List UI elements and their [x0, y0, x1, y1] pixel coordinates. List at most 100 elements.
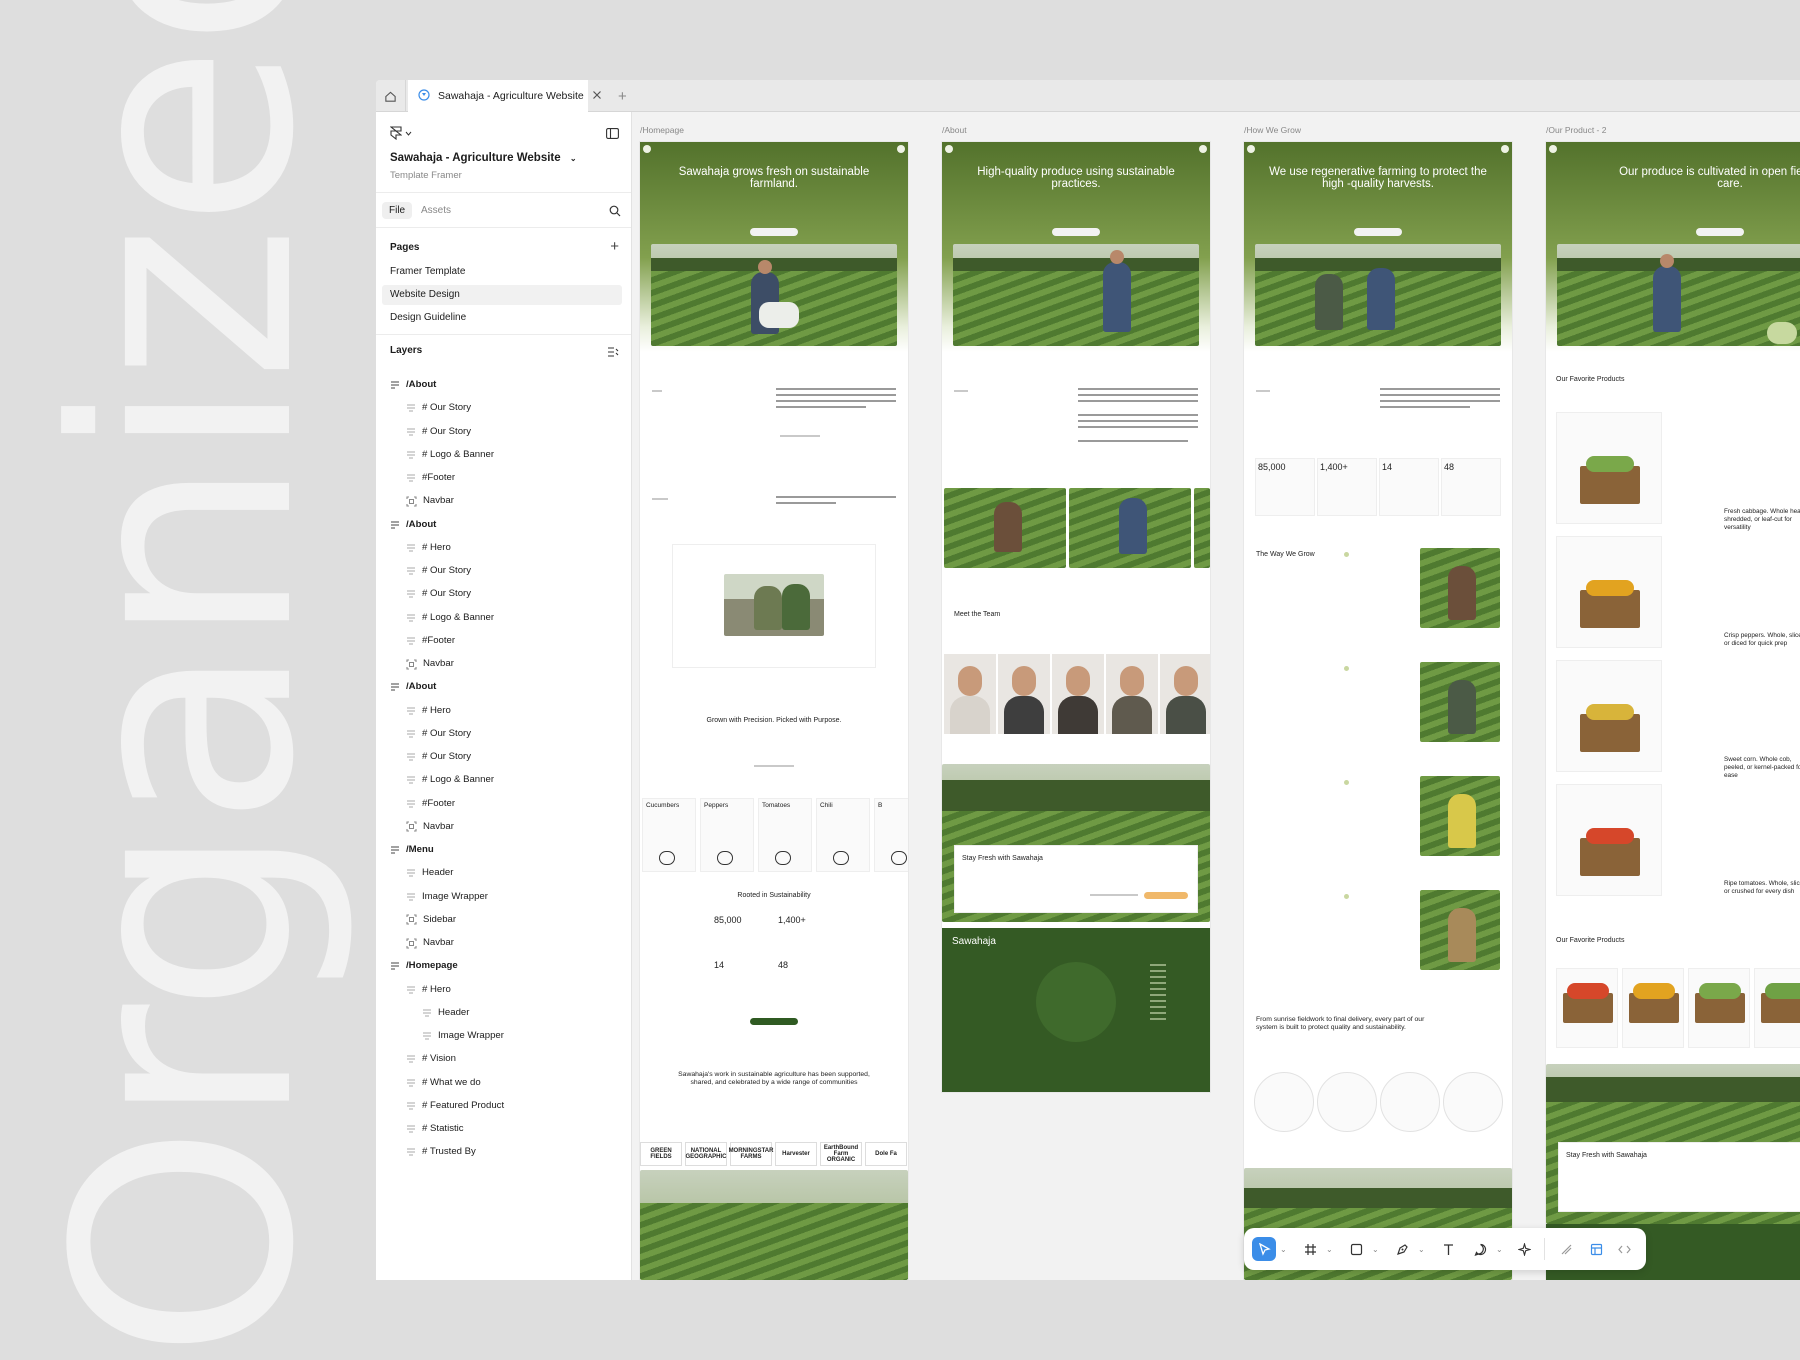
frame-label-about[interactable]: /About	[942, 125, 967, 135]
layer-item[interactable]: # Our Story	[406, 724, 471, 744]
process-icon	[1380, 1072, 1440, 1132]
stat-value: 48	[1444, 462, 1455, 472]
chevron-down-icon[interactable]: ⌄	[1326, 1245, 1333, 1254]
tab-bar: Sawahaja - Agriculture Website +	[376, 80, 1800, 112]
tab-file[interactable]: File	[382, 202, 413, 219]
text-line	[1380, 394, 1500, 396]
layer-item[interactable]: /Menu	[390, 840, 434, 860]
select-tool-icon[interactable]	[1252, 1237, 1276, 1261]
section-icon	[406, 752, 416, 762]
layer-item[interactable]: # Hero	[406, 980, 451, 1000]
layer-item[interactable]: #Footer	[406, 468, 455, 488]
layer-item[interactable]: Header	[406, 863, 453, 883]
project-title[interactable]: Sawahaja - Agriculture Website ⌄	[390, 152, 577, 164]
layer-item[interactable]: /About	[390, 375, 436, 395]
layer-item[interactable]: # Vision	[406, 1049, 456, 1069]
frame-our-product[interactable]: Our produce is cultivated in open fields…	[1546, 142, 1800, 1280]
frame-how-we-grow[interactable]: We use regenerative farming to protect t…	[1244, 142, 1512, 1280]
layer-label: #Footer	[422, 634, 456, 646]
tab-assets[interactable]: Assets	[414, 202, 458, 219]
document-tab[interactable]: Sawahaja - Agriculture Website	[408, 80, 601, 112]
frame-label-how-we-grow[interactable]: /How We Grow	[1244, 125, 1301, 135]
section-icon	[406, 613, 416, 623]
floating-toolbar: ⌄ ⌄ ⌄ ⌄ ⌄	[1244, 1228, 1646, 1270]
frame-label-our-product[interactable]: /Our Product - 2	[1546, 125, 1606, 135]
pen-tool-icon[interactable]	[1390, 1237, 1414, 1261]
step-marker	[1344, 666, 1349, 671]
layer-item[interactable]: # Statistic	[406, 1119, 464, 1139]
layer-item[interactable]: #Footer	[406, 794, 455, 814]
layer-item[interactable]: # What we do	[406, 1073, 481, 1093]
layer-item[interactable]: # Our Story	[406, 584, 471, 604]
layer-item[interactable]: # Logo & Banner	[406, 608, 494, 628]
layer-item[interactable]: # Hero	[406, 538, 451, 558]
ai-tool-icon[interactable]	[1512, 1237, 1536, 1261]
layer-item[interactable]: Navbar	[406, 933, 454, 953]
chevron-down-icon[interactable]: ⌄	[1372, 1245, 1379, 1254]
chevron-down-icon[interactable]: ⌄	[1418, 1245, 1425, 1254]
sun-logo-icon	[1036, 962, 1116, 1042]
chevron-down-icon[interactable]: ⌄	[1280, 1245, 1287, 1254]
search-icon[interactable]	[609, 204, 621, 222]
vegetable-icon	[891, 851, 907, 865]
layer-item[interactable]: # Trusted By	[406, 1142, 476, 1162]
layer-item[interactable]: Navbar	[406, 654, 454, 674]
layer-item[interactable]: # Our Story	[406, 561, 471, 581]
page-icon	[390, 380, 400, 390]
layer-item[interactable]: # Logo & Banner	[406, 770, 494, 790]
stat-value: 85,000	[714, 915, 742, 925]
layer-item[interactable]: # Logo & Banner	[406, 445, 494, 465]
frame-tool-icon[interactable]	[1298, 1237, 1322, 1261]
layer-item[interactable]: # Our Story	[406, 398, 471, 418]
layer-item[interactable]: # Our Story	[406, 747, 471, 767]
layer-item[interactable]: # Featured Product	[406, 1096, 504, 1116]
project-title-text: Sawahaja - Agriculture Website	[390, 152, 561, 164]
layout-tool-icon[interactable]	[1584, 1237, 1608, 1261]
favorites-heading-2: Our Favorite Products	[1556, 937, 1625, 944]
layer-item[interactable]: /About	[390, 515, 436, 535]
hero-headline: Our produce is cultivated in open fields…	[1619, 166, 1800, 190]
framer-logo-icon[interactable]	[390, 126, 412, 140]
panel-toggle-icon[interactable]	[606, 126, 619, 144]
nav-menu-icon	[1199, 145, 1207, 153]
layers-options-icon[interactable]	[607, 344, 619, 362]
frame-label-homepage[interactable]: /Homepage	[640, 125, 684, 135]
page-item-design-guideline[interactable]: Design Guideline	[382, 308, 622, 328]
add-page-icon[interactable]: +	[610, 238, 619, 255]
layer-item[interactable]: Image Wrapper	[406, 887, 488, 907]
code-tool-icon[interactable]	[1612, 1237, 1636, 1261]
layer-label: Header	[438, 1006, 470, 1018]
layer-item[interactable]: # Our Story	[406, 422, 471, 442]
frame-about[interactable]: High-quality produce using sustainable p…	[942, 142, 1210, 1092]
text-line	[1078, 388, 1198, 390]
layer-item[interactable]: Navbar	[406, 491, 454, 511]
section-icon	[406, 427, 416, 437]
draw-tool-icon[interactable]	[1554, 1237, 1578, 1261]
layer-item[interactable]: Header	[422, 1003, 469, 1023]
page-item-website-design[interactable]: Website Design	[382, 285, 622, 305]
text-tool-icon[interactable]	[1436, 1237, 1460, 1261]
comment-tool-icon[interactable]	[1468, 1237, 1492, 1261]
layer-item[interactable]: #Footer	[406, 631, 455, 651]
design-canvas[interactable]: /Homepage Sawahaja grows fresh on sustai…	[632, 112, 1800, 1280]
layer-item[interactable]: /Homepage	[390, 956, 458, 976]
text-line	[1078, 394, 1198, 396]
layer-item[interactable]: # Hero	[406, 701, 451, 721]
layer-item[interactable]: /About	[390, 677, 436, 697]
hero-photo	[1557, 244, 1800, 346]
home-icon[interactable]	[376, 80, 406, 112]
page-item-framer-template[interactable]: Framer Template	[382, 262, 622, 282]
chevron-down-icon[interactable]: ⌄	[1496, 1245, 1503, 1254]
closing-text: From sunrise fieldwork to final delivery…	[1256, 1016, 1425, 1031]
page-icon	[390, 961, 400, 971]
close-icon[interactable]	[592, 90, 602, 103]
layer-item[interactable]: Image Wrapper	[422, 1026, 504, 1046]
frame-homepage[interactable]: Sawahaja grows fresh on sustainable farm…	[640, 142, 908, 1280]
shape-tool-icon[interactable]	[1344, 1237, 1368, 1261]
layer-item[interactable]: Navbar	[406, 817, 454, 837]
product-description: Sweet corn. Whole cob, peeled, or kernel…	[1724, 756, 1800, 779]
text-line	[1078, 400, 1198, 402]
layer-item[interactable]: Sidebar	[406, 910, 456, 930]
product-description: Fresh cabbage. Whole head, shredded, or …	[1724, 508, 1800, 531]
new-tab-icon[interactable]: +	[618, 88, 627, 105]
